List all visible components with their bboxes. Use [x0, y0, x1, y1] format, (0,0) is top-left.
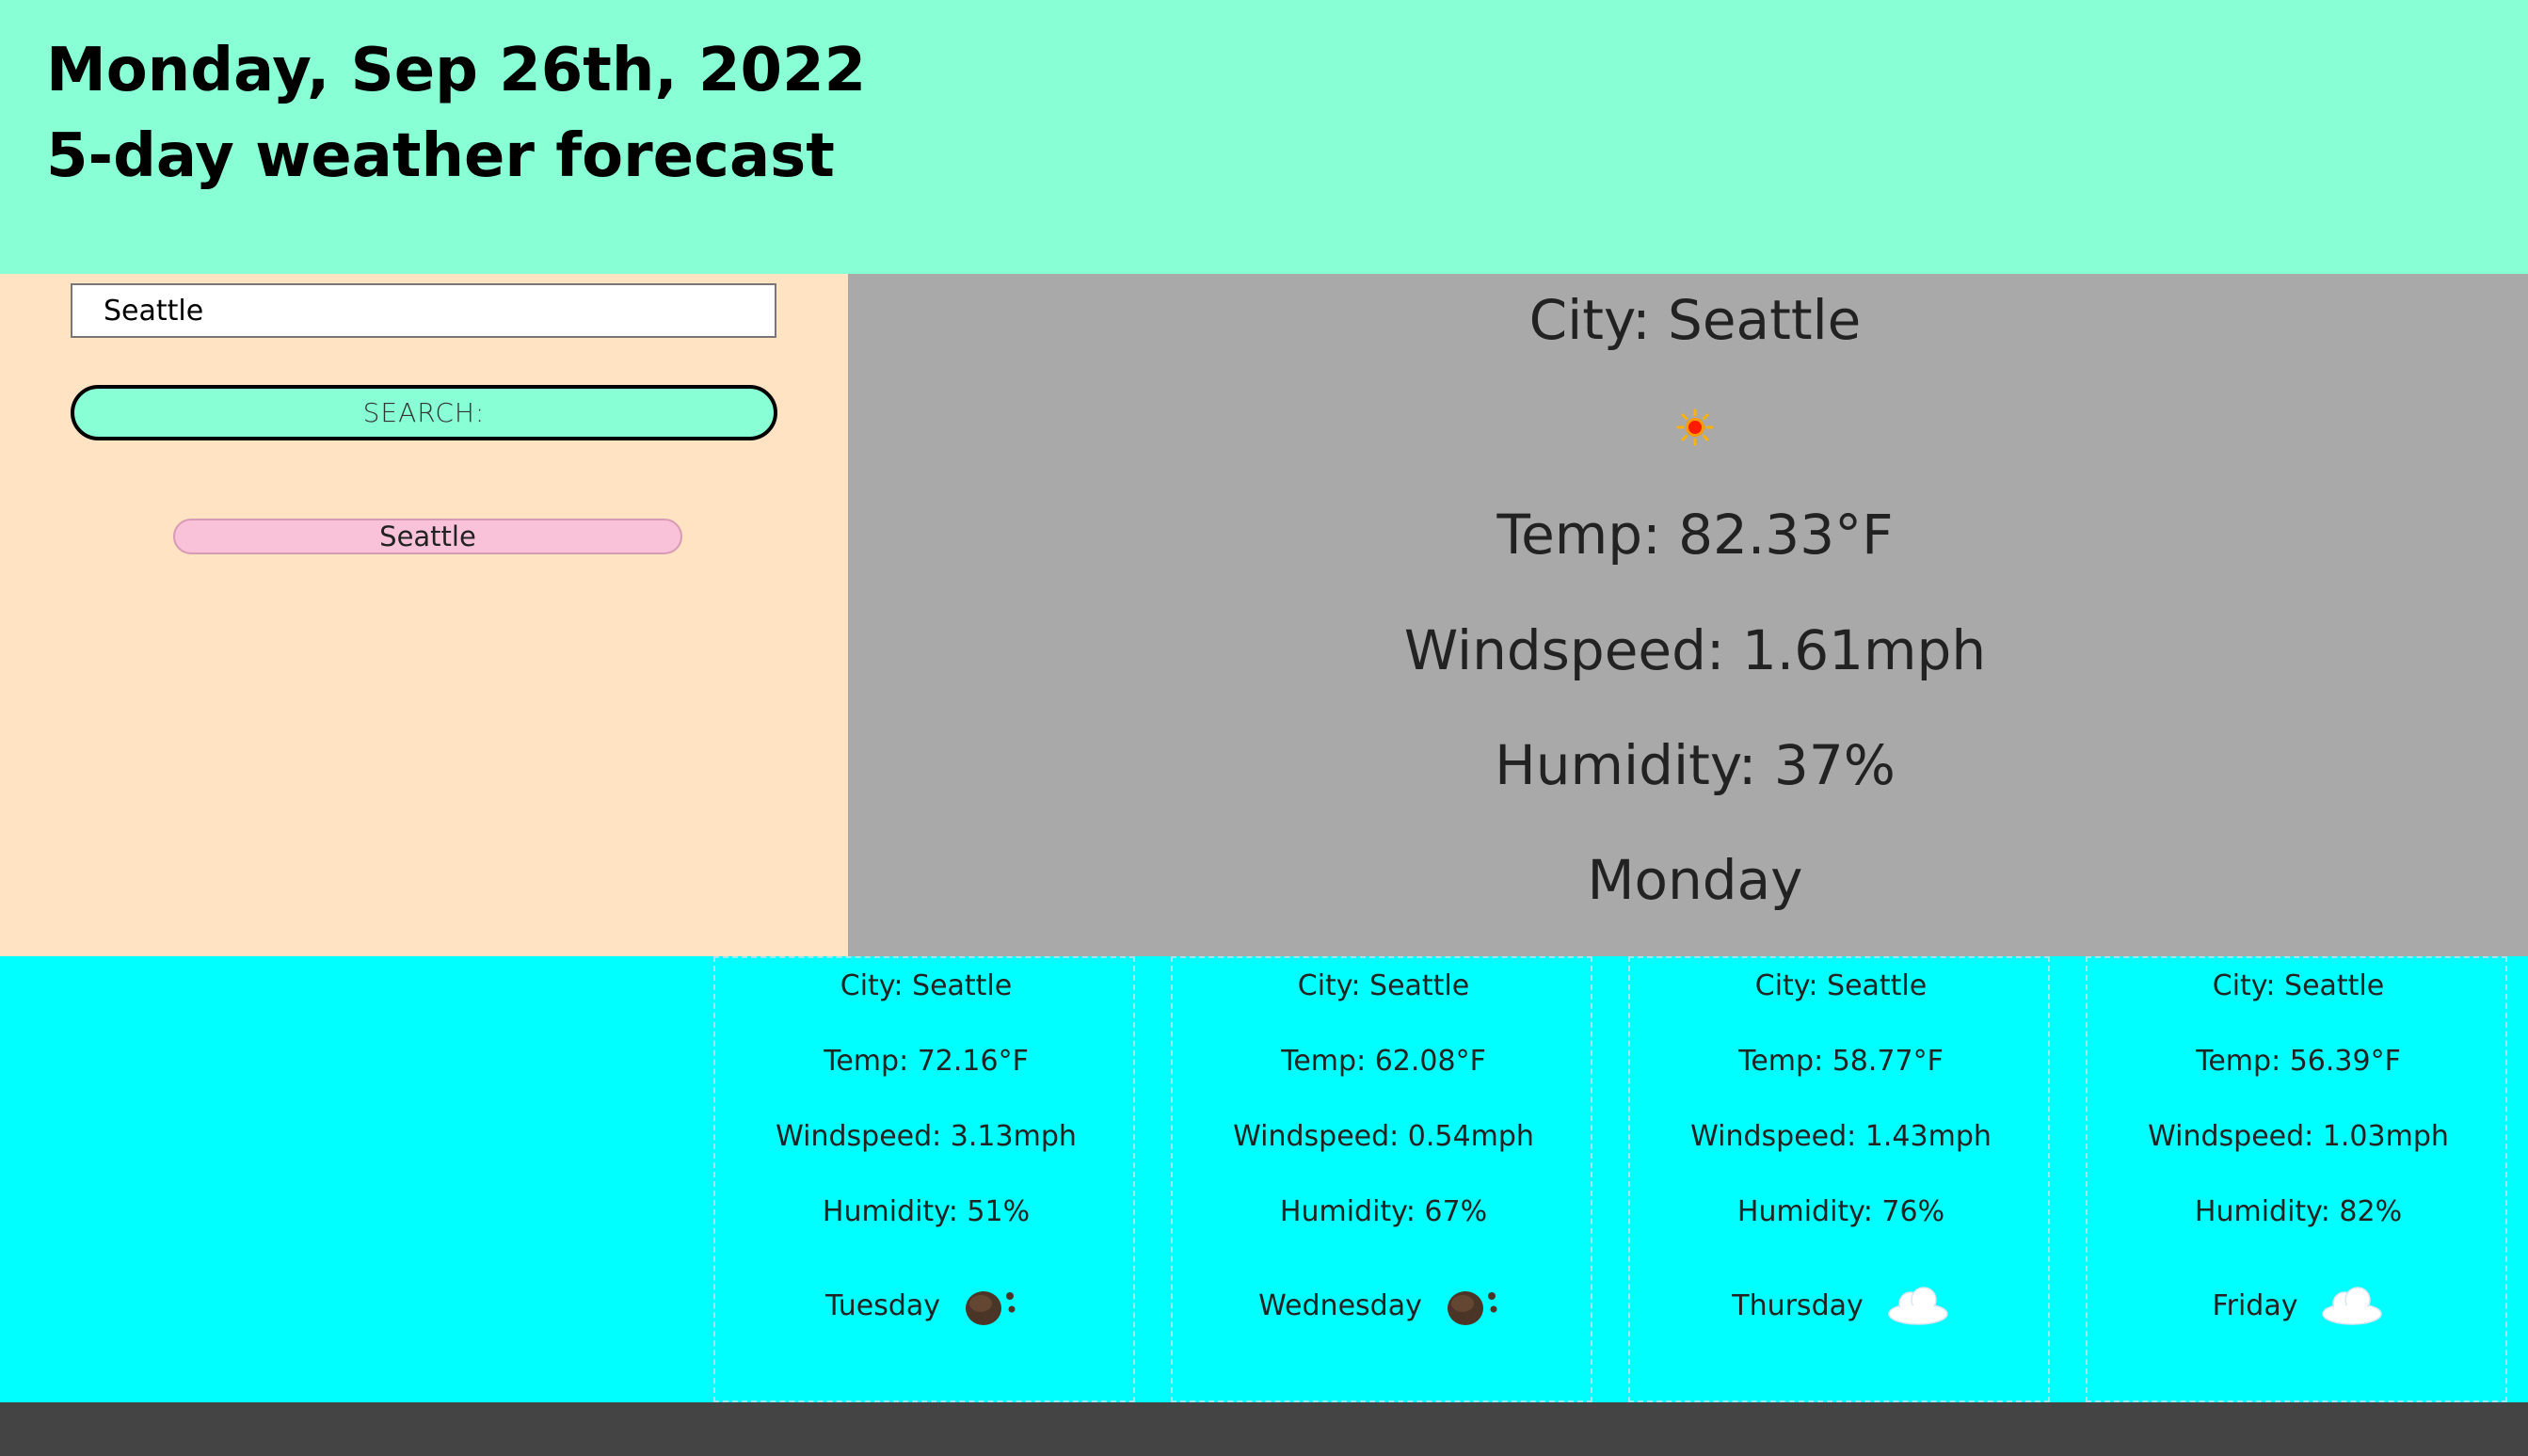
- current-weather-panel: City: Seattle Temp: 82.33°F Windspeed: 1…: [848, 274, 2528, 956]
- search-sidebar: SEARCH: Seattle: [0, 274, 848, 956]
- forecast-humidity: Humidity: 67%: [1279, 1195, 1488, 1228]
- current-humidity: Humidity: 37%: [1495, 733, 1896, 797]
- forecast-strip: City: Seattle Temp: 72.16°F Windspeed: 3…: [0, 956, 2528, 1402]
- current-date: Monday, Sep 26th, 2022: [46, 36, 867, 105]
- forecast-card: City: Seattle Temp: 56.39°F Windspeed: 1…: [2086, 956, 2507, 1402]
- sun-icon: [1676, 408, 1714, 446]
- forecast-card: City: Seattle Temp: 62.08°F Windspeed: 0…: [1171, 956, 1592, 1402]
- forecast-day: Friday: [2212, 1289, 2298, 1322]
- forecast-humidity: Humidity: 76%: [1736, 1195, 1945, 1228]
- few-clouds-night-icon: [1447, 1291, 1497, 1325]
- page-title: 5-day weather forecast: [46, 121, 835, 191]
- forecast-card: City: Seattle Temp: 58.77°F Windspeed: 1…: [1628, 956, 2050, 1402]
- current-day: Monday: [1587, 848, 1803, 912]
- forecast-temp: Temp: 62.08°F: [1281, 1045, 1486, 1078]
- forecast-windspeed: Windspeed: 3.13mph: [776, 1120, 1077, 1153]
- forecast-temp: Temp: 58.77°F: [1738, 1045, 1944, 1078]
- forecast-windspeed: Windspeed: 1.03mph: [2148, 1120, 2449, 1153]
- forecast-windspeed: Windspeed: 0.54mph: [1233, 1120, 1534, 1153]
- forecast-windspeed: Windspeed: 1.43mph: [1690, 1120, 1992, 1153]
- page-footer: [0, 1402, 2528, 1456]
- current-city: City: Seattle: [1528, 288, 1862, 352]
- forecast-card: City: Seattle Temp: 72.16°F Windspeed: 3…: [713, 956, 1135, 1402]
- forecast-temp: Temp: 56.39°F: [2196, 1045, 2401, 1078]
- forecast-day-row: Tuesday: [715, 1278, 1137, 1335]
- forecast-city: City: Seattle: [2212, 969, 2385, 1002]
- current-windspeed: Windspeed: 1.61mph: [1403, 618, 1987, 682]
- cloud-icon: [2322, 1287, 2383, 1325]
- forecast-day-row: Friday: [2088, 1278, 2509, 1335]
- cloud-icon: [1888, 1287, 1948, 1325]
- forecast-humidity: Humidity: 51%: [822, 1195, 1031, 1228]
- forecast-day: Thursday: [1732, 1289, 1864, 1322]
- forecast-city: City: Seattle: [1754, 969, 1928, 1002]
- forecast-temp: Temp: 72.16°F: [824, 1045, 1029, 1078]
- history-city-button[interactable]: Seattle: [173, 519, 682, 554]
- search-button[interactable]: SEARCH:: [71, 385, 777, 440]
- forecast-city: City: Seattle: [1297, 969, 1470, 1002]
- forecast-humidity: Humidity: 82%: [2194, 1195, 2403, 1228]
- forecast-day-row: Thursday: [1630, 1278, 2052, 1335]
- page-header: Monday, Sep 26th, 2022 5-day weather for…: [0, 0, 2528, 274]
- few-clouds-night-icon: [966, 1291, 1016, 1325]
- current-temp: Temp: 82.33°F: [1496, 503, 1894, 567]
- forecast-day: Tuesday: [824, 1289, 941, 1322]
- forecast-city: City: Seattle: [840, 969, 1013, 1002]
- forecast-day: Wednesday: [1258, 1289, 1422, 1322]
- city-search-input[interactable]: [71, 283, 776, 338]
- weather-dashboard: Monday, Sep 26th, 2022 5-day weather for…: [0, 0, 2528, 1456]
- forecast-day-row: Wednesday: [1173, 1278, 1594, 1335]
